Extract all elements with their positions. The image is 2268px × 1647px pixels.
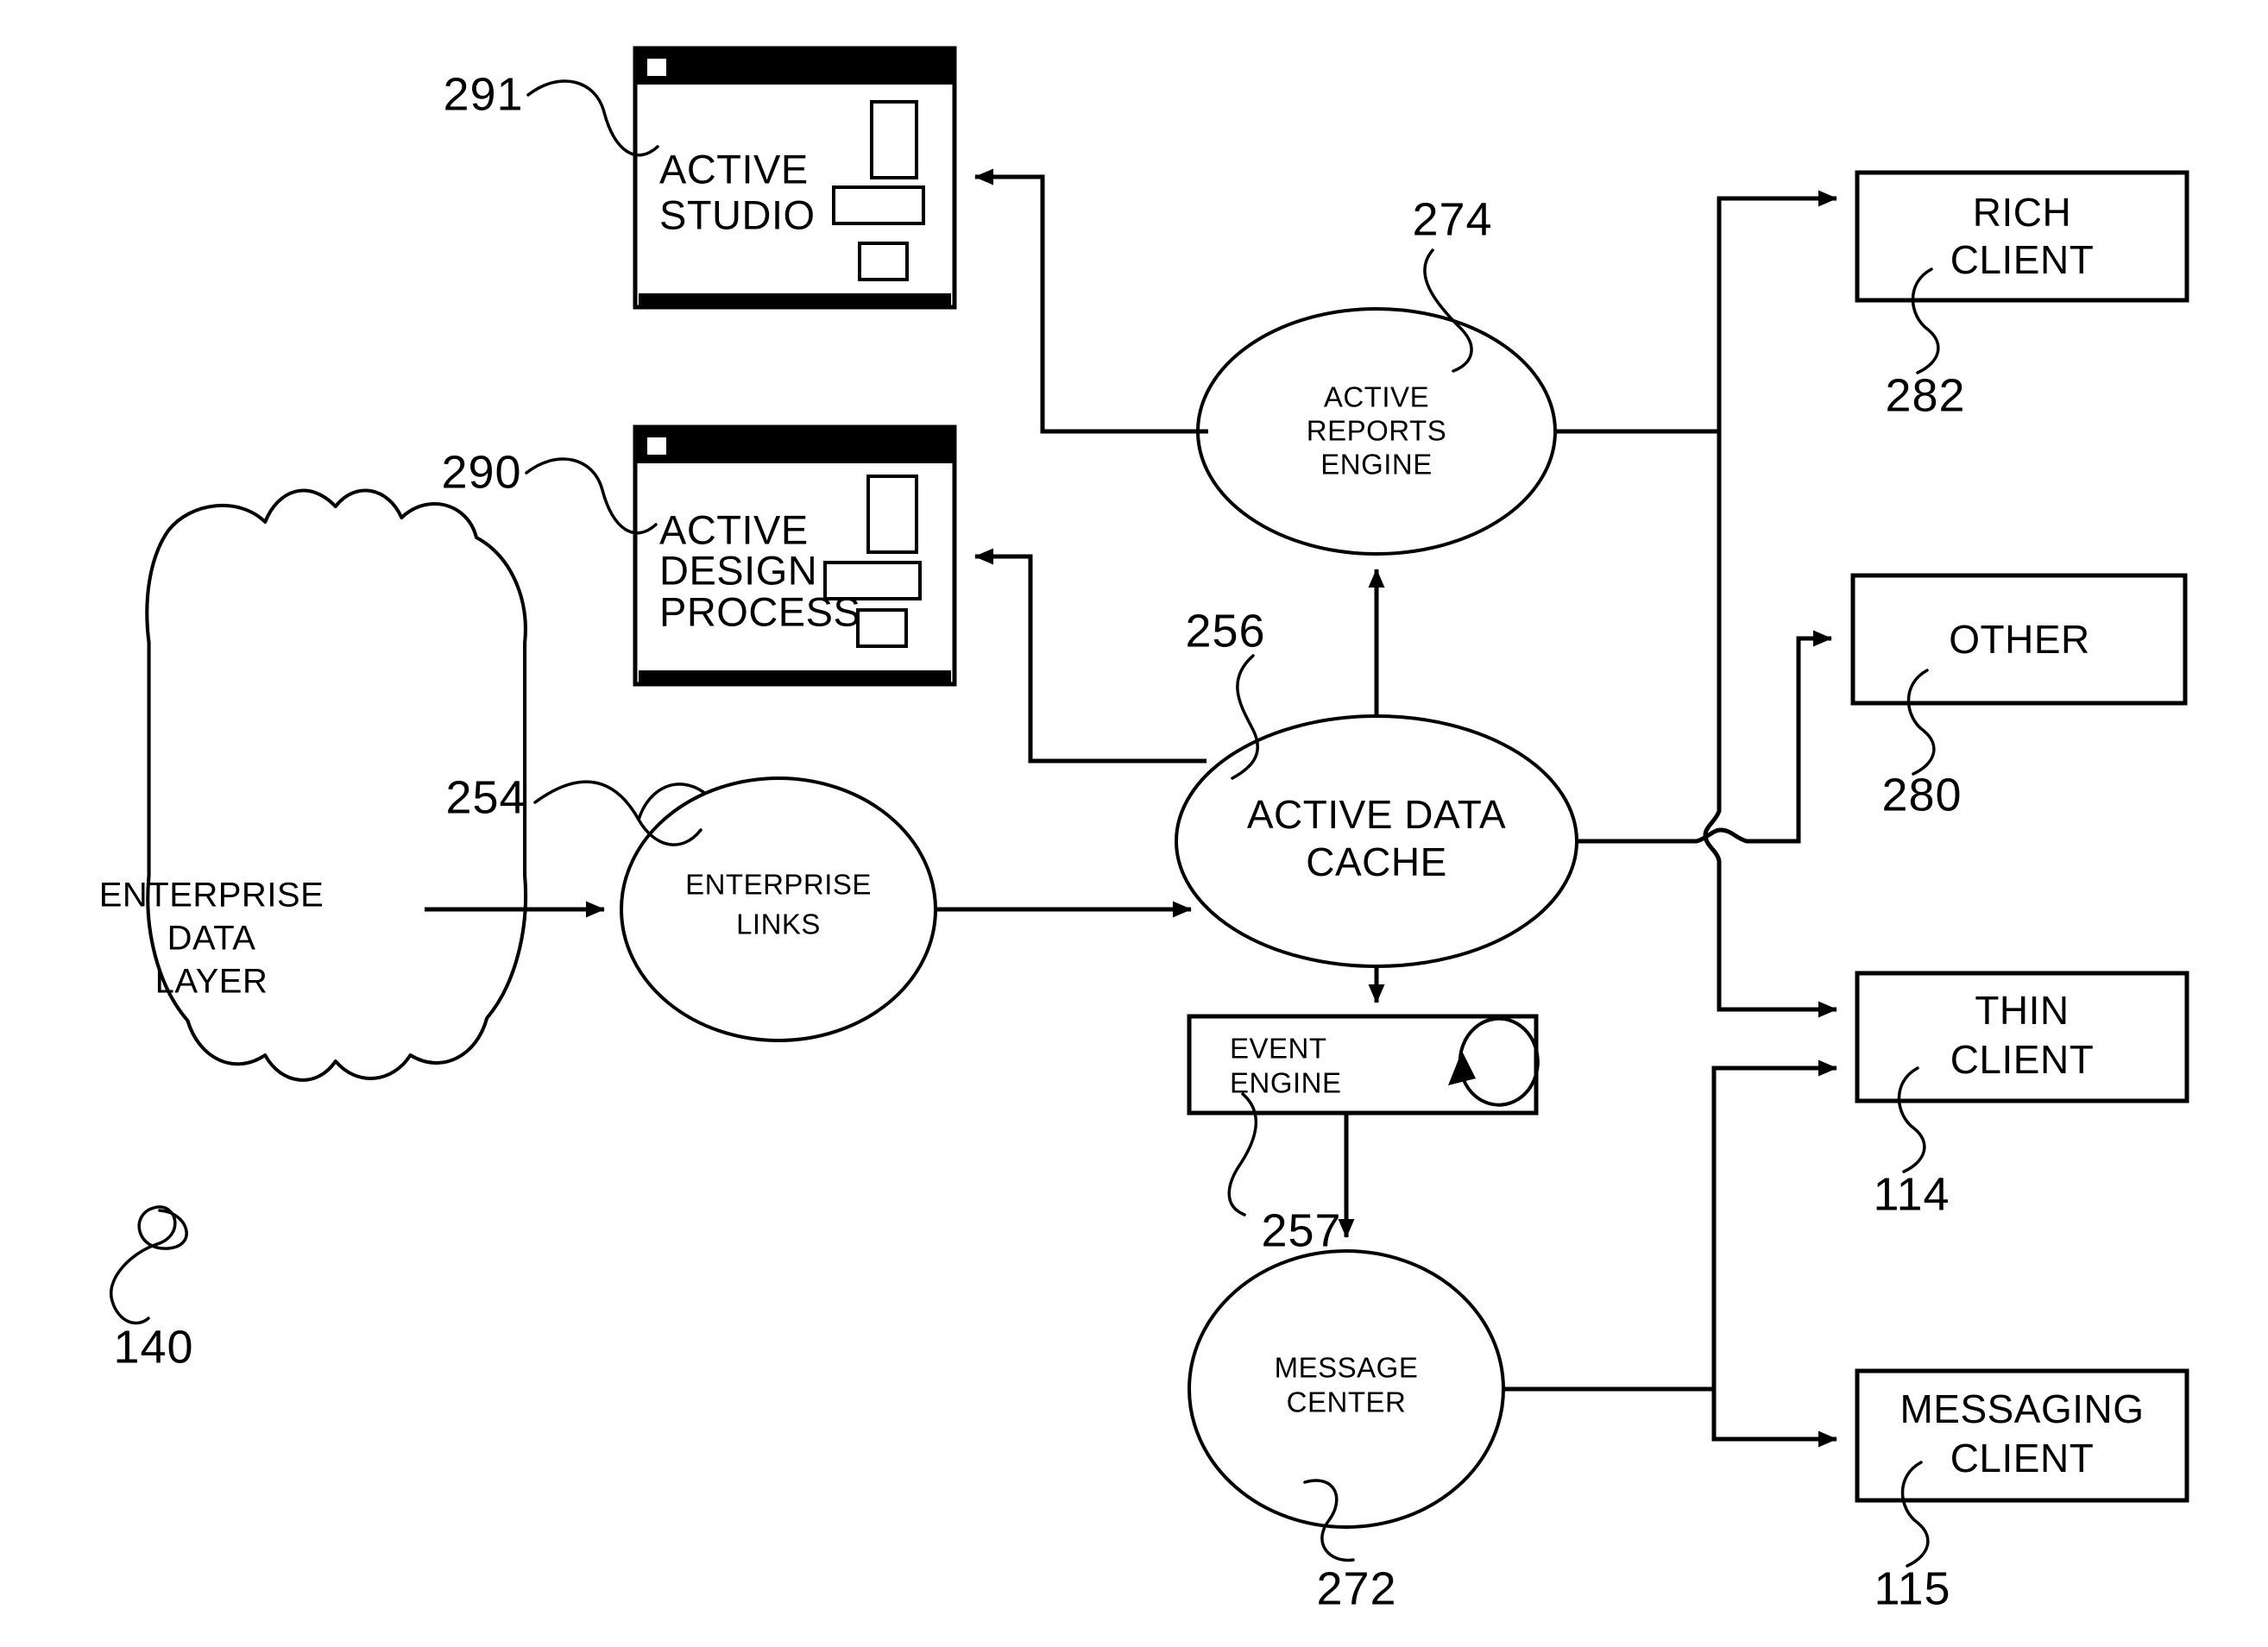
node-label-active-reports-engine-line-2: ENGINE [1320, 449, 1433, 481]
node-label-active-studio-line-0: ACTIVE [659, 146, 809, 192]
ref-number-291: 291 [443, 68, 523, 120]
ref-number-115: 115 [1874, 1562, 1950, 1614]
node-label-enterprise-links-line-1: LINKS [736, 908, 821, 940]
node-label-other-line-0: OTHER [1949, 617, 2090, 662]
node-active-reports-engine[interactable]: ACTIVE REPORTS ENGINE [1196, 307, 1557, 556]
node-rich-client[interactable]: RICH CLIENT [1855, 170, 2189, 303]
node-label-active-data-cache-line-1: CACHE [1306, 839, 1447, 884]
node-active-studio[interactable]: ACTIVE STUDIO [633, 46, 957, 310]
node-label-enterprise-data-layer-line-1: DATA [167, 920, 256, 958]
ref-callout-257: 257 [1227, 1092, 1341, 1256]
node-label-rich-client-line-1: CLIENT [1950, 237, 2095, 282]
window-widget-small [856, 608, 908, 648]
node-active-data-cache[interactable]: ACTIVE DATA CACHE [1175, 714, 1578, 968]
node-other[interactable]: OTHER [1850, 573, 2188, 706]
node-thin-client[interactable]: THIN CLIENT [1855, 971, 2189, 1103]
node-label-active-design-process-line-0: ACTIVE [659, 506, 809, 552]
window-widget-small [858, 242, 909, 281]
ref-number-254: 254 [445, 771, 526, 823]
ref-callout-291: 291 [443, 68, 659, 157]
ref-number-290: 290 [441, 446, 521, 498]
architecture-diagram: ENTERPRISE DATA LAYER 140 ENTERPRISE LIN… [99, 46, 2189, 1614]
ref-callout-290: 290 [441, 446, 658, 535]
node-label-event-engine-line-1: ENGINE [1230, 1067, 1342, 1099]
node-label-enterprise-data-layer-line-2: LAYER [155, 963, 268, 1001]
ref-callout-274: 274 [1412, 193, 1492, 373]
window-widget-tall [870, 100, 918, 179]
connector-cache-to-active-design-process [974, 548, 1206, 764]
window-statusbar [639, 670, 951, 682]
ref-number-256: 256 [1185, 605, 1265, 657]
ref-number-257: 257 [1261, 1204, 1341, 1256]
node-label-rich-client-line-0: RICH [1973, 190, 2071, 235]
window-statusbar [639, 293, 951, 305]
ref-number-140: 140 [113, 1321, 193, 1373]
node-label-event-engine-line-0: EVENT [1230, 1033, 1327, 1065]
connector-message-center-to-thin-client [1711, 1059, 1837, 1389]
ref-number-272: 272 [1316, 1562, 1396, 1614]
connector-cache-to-other [1577, 630, 1832, 844]
node-label-active-reports-engine-line-0: ACTIVE [1324, 381, 1429, 413]
connector-message-center-to-messaging-client [1711, 1389, 1837, 1448]
ref-number-282: 282 [1885, 369, 1965, 421]
ref-callout-272: 272 [1303, 1479, 1396, 1614]
node-label-messaging-client-line-1: CLIENT [1950, 1436, 2095, 1480]
ref-number-274: 274 [1412, 193, 1492, 245]
node-label-message-center-line-1: CENTER [1287, 1386, 1407, 1418]
node-label-active-studio-line-1: STUDIO [659, 192, 816, 237]
node-event-engine[interactable]: EVENT ENGINE [1187, 1014, 1540, 1116]
window-icon [647, 59, 666, 76]
window-titlebar [635, 427, 954, 463]
node-label-active-design-process-line-2: PROCESS [659, 588, 860, 634]
window-widget-tall [866, 475, 918, 554]
node-label-message-center-line-0: MESSAGE [1275, 1352, 1419, 1384]
window-titlebar [635, 48, 954, 85]
connector-reports-engine-to-thin-client [1703, 431, 1837, 1018]
ref-callout-256: 256 [1185, 605, 1265, 780]
ref-number-280: 280 [1881, 769, 1962, 820]
node-enterprise-links[interactable]: ENTERPRISE LINKS [620, 776, 937, 1042]
connector-reports-engine-to-rich-client [1717, 190, 1837, 431]
node-label-active-data-cache-line-0: ACTIVE DATA [1247, 792, 1506, 837]
node-label-enterprise-data-layer-line-0: ENTERPRISE [99, 877, 324, 915]
node-active-design-process[interactable]: ACTIVE DESIGN PROCESS [633, 424, 957, 687]
window-icon [647, 437, 666, 455]
node-message-center[interactable]: MESSAGE CENTER [1188, 1249, 1505, 1529]
connector-reports-engine-to-active-studio [974, 168, 1208, 434]
node-label-active-reports-engine-line-1: REPORTS [1307, 415, 1446, 447]
ref-callout-254: 254 [445, 771, 705, 846]
node-label-enterprise-links-line-0: ENTERPRISE [685, 869, 872, 901]
window-widget-wide [832, 185, 925, 225]
ref-number-114: 114 [1873, 1168, 1950, 1220]
ref-callout-140: 140 [109, 1205, 193, 1373]
node-label-thin-client-line-0: THIN [1975, 988, 2069, 1033]
node-label-active-design-process-line-1: DESIGN [659, 547, 817, 593]
node-messaging-client[interactable]: MESSAGING CLIENT [1855, 1368, 2189, 1503]
node-label-messaging-client-line-0: MESSAGING [1899, 1386, 2144, 1431]
diagram-canvas: ENTERPRISE DATA LAYER 140 ENTERPRISE LIN… [0, 0, 2268, 1647]
node-label-thin-client-line-1: CLIENT [1950, 1037, 2095, 1082]
